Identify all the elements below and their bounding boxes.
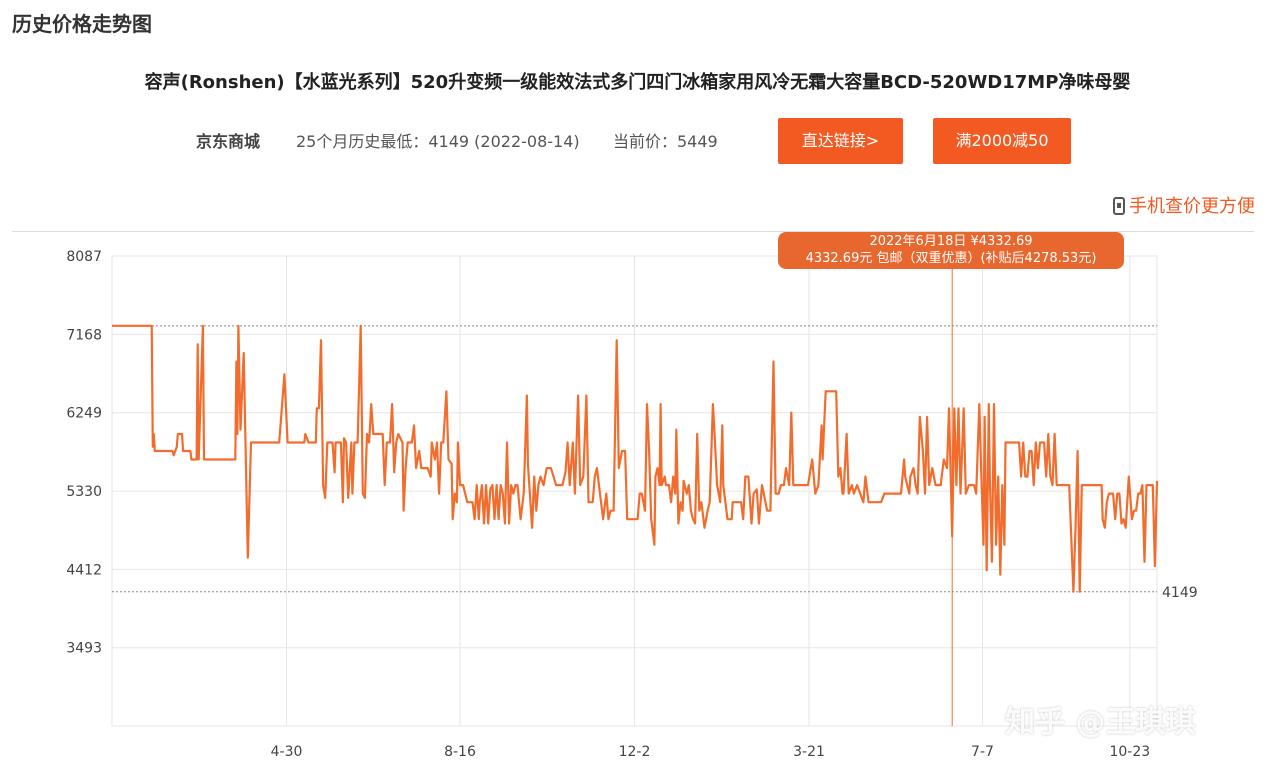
x-tick-label: 7-7 <box>971 744 994 760</box>
x-tick-label: 4-30 <box>271 744 303 760</box>
y-tick-label: 5330 <box>66 484 102 500</box>
y-tick-label: 6249 <box>66 406 102 422</box>
watermark: 知乎 @王琪琪 <box>1005 705 1196 740</box>
tooltip-detail: 4332.69元 包邮（双重优惠）(补贴后4278.53元) <box>805 251 1097 266</box>
x-tick-label: 10-23 <box>1109 744 1150 760</box>
y-tick-label: 4412 <box>66 562 102 578</box>
min-price-label: 4149 <box>1162 585 1198 601</box>
price-chart: 8087 7168 6249 5330 4412 3493 4-30 8-16 12-2 3-2… <box>66 249 1198 760</box>
x-tick-label: 12-2 <box>619 744 651 760</box>
price-tooltip: 2022年6月18日 ¥4332.69 4332.69元 包邮（双重优惠）(补贴… <box>778 232 1124 269</box>
y-axis: 8087 7168 6249 5330 4412 3493 <box>66 249 102 657</box>
x-tick-label: 8-16 <box>444 744 476 760</box>
chart-grid <box>111 255 1158 727</box>
x-tick-label: 3-21 <box>793 744 825 760</box>
y-tick-label: 8087 <box>66 249 102 265</box>
x-axis: 4-30 8-16 12-2 3-21 7-7 10-23 <box>271 744 1151 760</box>
y-tick-label: 7168 <box>66 327 102 343</box>
y-tick-label: 3493 <box>66 641 102 657</box>
tooltip-date-price: 2022年6月18日 ¥4332.69 <box>869 234 1033 249</box>
